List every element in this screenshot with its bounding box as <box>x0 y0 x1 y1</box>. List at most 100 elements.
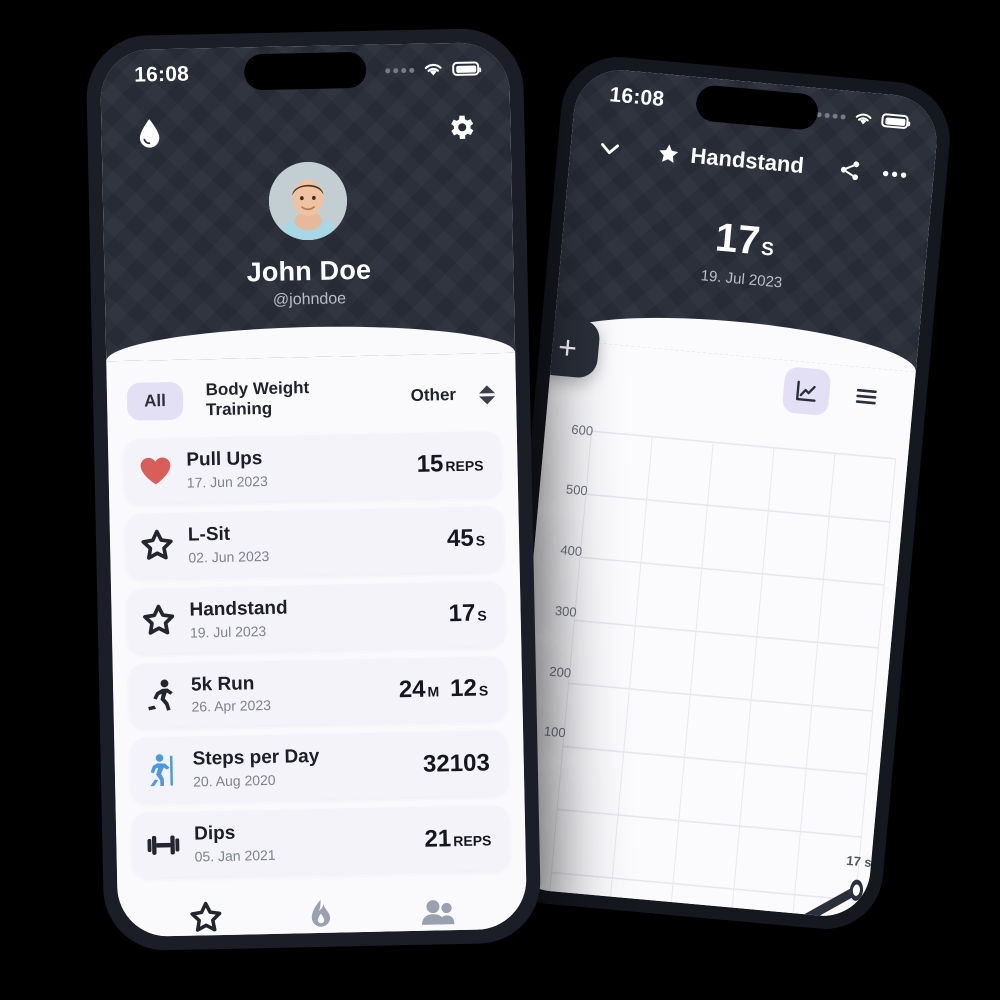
row-value: 15 <box>416 450 444 479</box>
row-unit-2: S <box>478 682 489 699</box>
chart-y-tick: 600 <box>570 421 594 439</box>
row-title: 5k Run <box>190 672 255 696</box>
signal-dots-icon <box>816 111 846 120</box>
gear-icon[interactable] <box>445 111 477 143</box>
row-date: 02. Jun 2023 <box>188 547 270 566</box>
row-date: 05. Jan 2021 <box>194 846 276 865</box>
wifi-icon <box>424 63 442 76</box>
sort-arrows-icon[interactable] <box>479 384 496 404</box>
row-value-group: 15 REPS <box>416 450 483 479</box>
share-icon[interactable] <box>837 157 863 183</box>
star-icon <box>656 141 682 167</box>
wifi-icon <box>855 113 872 124</box>
runner-icon <box>143 678 178 713</box>
star-icon <box>143 604 175 635</box>
star-icon <box>141 603 176 638</box>
row-value: 21 <box>424 824 452 853</box>
detail-header: 16:08 Handstand 17 S 19. Jul 2023 <box>553 66 941 373</box>
exercise-row[interactable]: L-Sit 02. Jun 2023 45 S <box>125 505 504 579</box>
row-title: Dips <box>193 822 236 845</box>
profile-header: 16:08 John Doe @johndoe <box>99 41 516 362</box>
chart-y-tick: 100 <box>543 723 567 741</box>
star-icon <box>141 529 173 561</box>
profile-body: All Body Weight Training Other Pull Ups 17.… <box>106 352 528 938</box>
phone-2: 16:08 Handstand 17 S 19. Jul 2023 + 600 … <box>489 52 955 934</box>
hiker-icon <box>150 753 173 786</box>
status-time: 16:08 <box>134 62 190 87</box>
battery-icon <box>452 61 480 77</box>
filter-bar: All Body Weight Training Other <box>106 353 517 440</box>
row-text: Pull Ups 17. Jun 2023 <box>186 445 403 490</box>
chart-y-tick: 500 <box>565 481 589 499</box>
bottom-nav <box>117 880 527 937</box>
chart-y-tick: 300 <box>554 602 578 620</box>
row-unit: REPS <box>445 457 484 475</box>
row-value: 24 <box>398 675 426 704</box>
line-chart-view-button[interactable] <box>781 366 832 417</box>
exercise-row[interactable]: Steps per Day 20. Aug 2020 32103 <box>130 730 509 804</box>
battery-icon <box>880 112 909 130</box>
phone-2-screen: 16:08 Handstand 17 S 19. Jul 2023 + 600 … <box>503 66 941 920</box>
profile-toolbar <box>101 94 511 151</box>
avatar[interactable] <box>267 161 348 241</box>
list-view-button[interactable] <box>841 372 891 422</box>
dumbbell-icon <box>147 835 180 855</box>
filter-chip-other[interactable]: Other <box>393 376 473 416</box>
chevron-down-icon[interactable] <box>596 134 624 162</box>
hiker-icon <box>144 753 179 788</box>
screenshot-canvas: 16:08 Handstand 17 S 19. Jul 2023 + 600 … <box>0 0 1000 1000</box>
phone-1: 16:08 John Doe @johndoe All Body Weight … <box>85 27 542 952</box>
phone-1-screen: 16:08 John Doe @johndoe All Body Weight … <box>99 41 528 938</box>
water-drop-icon[interactable] <box>135 117 164 150</box>
dumbbell-icon <box>146 828 181 863</box>
status-time: 16:08 <box>608 83 666 112</box>
row-title: Steps per Day <box>192 746 320 770</box>
row-title: Handstand <box>189 597 288 621</box>
star-icon <box>140 528 175 563</box>
row-text: 5k Run 26. Apr 2023 <box>191 670 385 715</box>
filter-chip-body-weight-training[interactable]: Body Weight Training <box>188 367 388 429</box>
profile-handle: @johndoe <box>272 290 347 309</box>
exercise-row[interactable]: Pull Ups 17. Jun 2023 15 REPS <box>123 431 503 504</box>
status-bar-1: 16:08 <box>100 42 510 103</box>
chart-y-tick: 400 <box>559 542 583 560</box>
filter-chip-all[interactable]: All <box>126 381 184 421</box>
row-text: Dips 05. Jan 2021 <box>193 819 411 865</box>
tab-friends[interactable] <box>419 897 456 928</box>
row-date: 19. Jul 2023 <box>189 622 267 641</box>
row-unit: REPS <box>453 831 492 849</box>
row-date: 26. Apr 2023 <box>191 697 272 715</box>
exercise-row[interactable]: Handstand 19. Jul 2023 17 S <box>127 580 506 654</box>
row-unit: M <box>427 683 440 700</box>
row-title: L-Sit <box>187 523 231 546</box>
signal-dots-icon <box>385 67 415 73</box>
detail-body: + 600 500 400 300 200 100 17 s <box>503 315 916 920</box>
row-value-group: 17 S <box>448 600 487 629</box>
runner-icon <box>148 679 173 711</box>
tab-streak[interactable] <box>305 898 338 933</box>
row-value: 32103 <box>422 749 491 778</box>
row-value-group: 21 REPS <box>424 824 491 853</box>
row-text: Handstand 19. Jul 2023 <box>189 594 435 640</box>
row-unit: S <box>475 532 486 549</box>
heart-icon <box>140 458 171 485</box>
tab-records[interactable] <box>189 900 224 935</box>
row-value-group: 32103 <box>423 749 490 778</box>
record-unit: S <box>760 238 775 261</box>
row-text: L-Sit 02. Jun 2023 <box>187 519 434 566</box>
row-value-group: 45 S <box>447 525 486 554</box>
row-date: 17. Jun 2023 <box>186 472 268 491</box>
row-value-group: 24 M 12 S <box>399 674 489 704</box>
chart-point-label: 17 s <box>845 853 873 871</box>
line-chart-icon <box>795 380 816 402</box>
exercise-row[interactable]: Dips 05. Jan 2021 21 REPS <box>131 805 511 878</box>
more-dots-icon[interactable] <box>881 169 908 179</box>
row-value-2: 12 <box>449 674 478 703</box>
progress-chart[interactable]: 600500400300200100 41424Jul 414 12 s14 s… <box>503 411 909 920</box>
exercise-list: Pull Ups 17. Jun 2023 15 REPS L-Sit 02. Jun 2… <box>108 431 526 879</box>
chart-view-toggle <box>781 366 892 422</box>
exercise-row[interactable]: 5k Run 26. Apr 2023 24 M 12 S <box>128 655 507 729</box>
row-unit: S <box>477 607 487 624</box>
row-value: 45 <box>446 524 474 553</box>
row-date: 20. Aug 2020 <box>192 772 276 790</box>
